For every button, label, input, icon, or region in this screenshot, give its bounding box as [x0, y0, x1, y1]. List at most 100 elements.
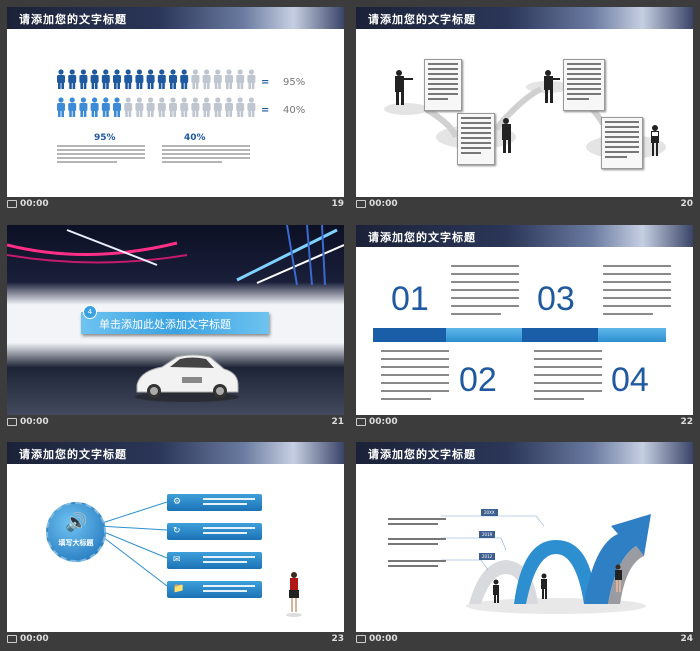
slide-timing: 00:00 [356, 417, 398, 427]
slide-header: 请添加您的文字标题 [356, 7, 693, 29]
slide-footer: 00:00 19 [7, 199, 344, 213]
slide-number: 19 [331, 199, 344, 209]
slide-canvas: 单击添加此处添加文字标题 4 [7, 225, 344, 415]
person-icon [113, 97, 121, 117]
slide-number: 21 [331, 417, 344, 427]
slide-thumbnail-21[interactable]: 单击添加此处添加文字标题 4 00:00 21 [0, 218, 344, 434]
text-callout [601, 117, 643, 169]
person-icon [236, 97, 245, 117]
timing-value: 00:00 [20, 417, 49, 427]
person-icon [202, 69, 211, 89]
percent-label: 40% [283, 105, 306, 116]
stat-value: 40% [184, 133, 206, 143]
slide-header: 请添加您的文字标题 [7, 442, 344, 464]
person-icon [213, 69, 222, 89]
placeholder-text-block [603, 265, 671, 315]
timeline-segment [373, 328, 446, 342]
speaker-icon: 🔊 [65, 512, 88, 533]
slide-thumbnail-23[interactable]: 请添加您的文字标题 🔊 填写大标题 ⚙ ↻ ✉ 📁 00:00 23 [0, 435, 344, 651]
number-badge: 4 [83, 305, 97, 319]
slide-thumbnail-19[interactable]: 请添加您的文字标题 = 95% = 40% 95% 40% 00:00 19 [0, 0, 344, 216]
person-icon [90, 97, 99, 117]
person-icon [157, 97, 166, 117]
person-icon [169, 69, 177, 89]
step-number: 01 [391, 280, 429, 318]
feature-row: ✉ [167, 552, 262, 569]
person-icon [135, 97, 144, 117]
folder-icon: 📁 [173, 584, 185, 594]
person-icon [146, 97, 155, 117]
placeholder-text-block [534, 350, 602, 400]
slide-timing: 00:00 [7, 417, 49, 427]
business-people-diagram [384, 70, 666, 159]
person-icon [124, 97, 133, 117]
step-number: 03 [537, 280, 575, 318]
year-tag: 2019 [479, 531, 496, 538]
placeholder-text-block [57, 145, 145, 163]
transition-icon [356, 634, 366, 643]
transition-icon [7, 417, 17, 426]
person-icon [68, 69, 77, 89]
person-icon [225, 97, 233, 117]
timeline-segment [522, 328, 598, 342]
slide-thumbnail-24[interactable]: 请添加您的文字标题 20XX 2019 2012 00:00 24 [349, 435, 693, 651]
person-icon [57, 97, 65, 117]
text-callout [457, 113, 495, 165]
person-icon [169, 97, 177, 117]
hub-circle: 🔊 填写大标题 [46, 502, 106, 562]
hub-label: 填写大标题 [58, 539, 94, 547]
person-icon [101, 97, 110, 117]
mail-icon: ✉ [173, 555, 181, 565]
slide-footer: 00:00 23 [7, 634, 344, 648]
person-icon [157, 69, 166, 89]
slide-title: 请添加您的文字标题 [368, 13, 476, 26]
businesswoman-figure [286, 572, 302, 617]
person-icon [57, 69, 65, 89]
placeholder-text-block [451, 265, 519, 315]
person-icon [191, 69, 200, 89]
timing-value: 00:00 [369, 199, 398, 209]
slide-footer: 00:00 22 [356, 417, 693, 431]
timing-value: 00:00 [369, 417, 398, 427]
feature-row: ⚙ [167, 494, 262, 511]
timing-value: 00:00 [20, 199, 49, 209]
person-icon [247, 97, 256, 117]
refresh-icon: ↻ [173, 526, 181, 536]
transition-icon [7, 634, 17, 643]
slide-timing: 00:00 [356, 199, 398, 209]
transition-icon [356, 417, 366, 426]
slide-footer: 00:00 24 [356, 634, 693, 648]
person-icon [247, 69, 256, 89]
person-icon [79, 97, 88, 117]
slide-number: 24 [680, 634, 693, 644]
timing-value: 00:00 [369, 634, 398, 644]
title-banner: 单击添加此处添加文字标题 [81, 312, 269, 334]
slide-header: 请添加您的文字标题 [7, 7, 344, 29]
person-icon [124, 69, 133, 89]
person-icon [146, 69, 155, 89]
light-streaks-graphic [7, 225, 344, 285]
slide-header: 请添加您的文字标题 [356, 225, 693, 247]
person-icon [90, 69, 99, 89]
placeholder-text-block [388, 518, 446, 567]
person-icon [225, 69, 233, 89]
person-icon [68, 97, 77, 117]
transition-icon [7, 199, 17, 208]
slide-canvas: 请添加您的文字标题 20XX 2019 2012 [356, 442, 693, 632]
slide-canvas: 请添加您的文字标题 [356, 7, 693, 197]
slide-number: 23 [331, 634, 344, 644]
equals-sign: = [261, 77, 270, 88]
person-icon [191, 97, 200, 117]
slide-thumbnail-20[interactable]: 请添加您的文字标题 00:00 20 [349, 0, 693, 216]
slide-title: 请添加您的文字标题 [19, 448, 127, 461]
slide-thumbnail-22[interactable]: 请添加您的文字标题 01 02 03 04 00:00 22 [349, 218, 693, 434]
percent-label: 95% [283, 77, 306, 88]
slide-canvas: 请添加您的文字标题 = 95% = 40% 95% 40% [7, 7, 344, 197]
step-number: 02 [459, 361, 497, 399]
gear-icon: ⚙ [173, 497, 182, 507]
slide-header: 请添加您的文字标题 [356, 442, 693, 464]
equals-sign: = [261, 105, 270, 116]
text-callout [424, 59, 462, 111]
person-icon [113, 69, 121, 89]
step-number: 04 [611, 361, 649, 399]
